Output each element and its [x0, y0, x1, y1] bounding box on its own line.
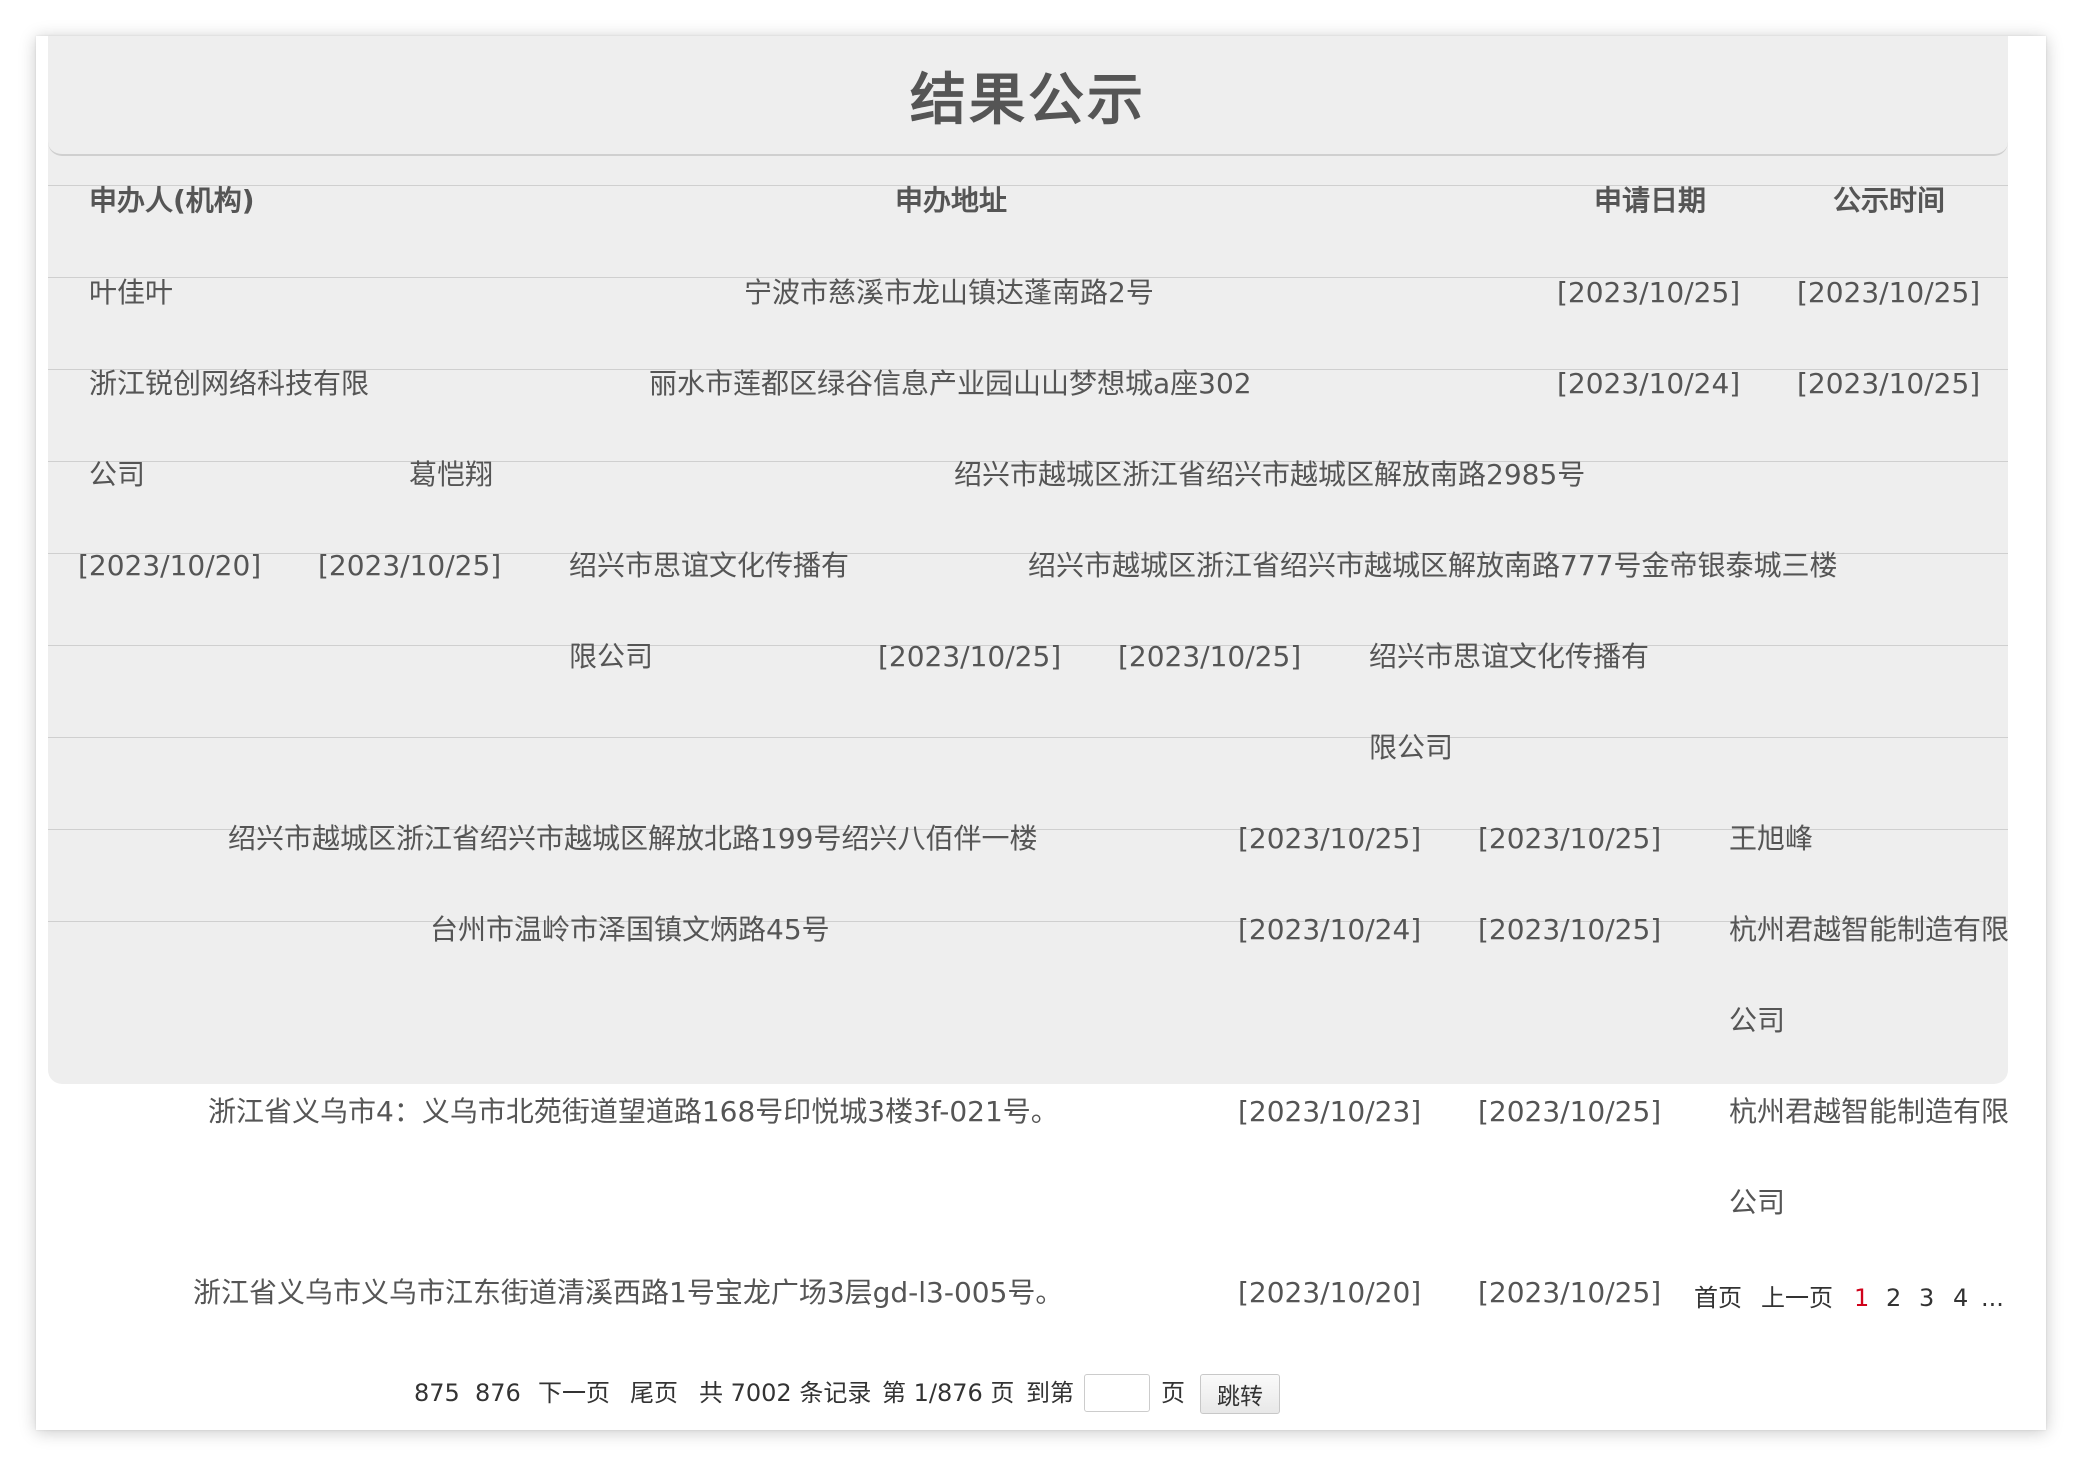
cell-applicant: 浙江锐创网络科技有限	[89, 367, 370, 400]
cell-applicant: 杭州君越智能制造有限	[1729, 1095, 2010, 1128]
cell-applicant-cont: 限公司	[569, 640, 654, 673]
cell-applicant-cont: 公司	[1729, 1186, 1786, 1219]
pager-page-876-link[interactable]: 876	[475, 1375, 521, 1411]
pager-page-3-link[interactable]: 3	[1919, 1280, 1934, 1316]
pager-page-875-link[interactable]: 875	[414, 1375, 460, 1411]
cell-applicant: 绍兴市思谊文化传播有	[1369, 640, 1650, 673]
cell-address: 绍兴市越城区浙江省绍兴市越城区解放北路199号绍兴八佰伴一楼	[228, 822, 1038, 855]
cell-applicant: 叶佳叶	[89, 276, 174, 309]
pager-last-link[interactable]: 尾页	[630, 1375, 678, 1411]
cell-address: 宁波市慈溪市龙山镇达蓬南路2号	[744, 276, 1154, 309]
row-divider	[48, 185, 2008, 186]
cell-apply-date: [2023/10/20]	[78, 549, 262, 582]
pager-page-unit: 页	[1161, 1379, 1185, 1407]
pager-ellipsis: ...	[1981, 1284, 2004, 1312]
cell-publish-date: [2023/10/25]	[1478, 1276, 1662, 1309]
browser-viewport: 结果公示 申办人(机构) 申办地址 申请日期 公示时间 叶佳叶 宁波市慈溪市龙山…	[36, 36, 2046, 1430]
pager-next-link[interactable]: 下一页	[538, 1375, 610, 1411]
cell-apply-date: [2023/10/25]	[878, 640, 1062, 673]
cell-apply-date: [2023/10/20]	[1238, 1276, 1422, 1309]
column-header-apply-date: 申请日期	[1594, 184, 1707, 217]
cell-applicant-cont: 公司	[89, 458, 146, 491]
cell-apply-date: [2023/10/24]	[1557, 367, 1741, 400]
cell-address: 绍兴市越城区浙江省绍兴市越城区解放南路2985号	[954, 458, 1586, 491]
cell-publish-date: [2023/10/25]	[1118, 640, 1302, 673]
cell-applicant: 王旭峰	[1729, 822, 1814, 855]
cell-address: 浙江省义乌市4：义乌市北苑街道望道路168号印悦城3楼3f-021号。	[208, 1095, 1059, 1128]
pager-first-link[interactable]: 首页	[1694, 1280, 1742, 1316]
pager-prev-link[interactable]: 上一页	[1761, 1280, 1833, 1316]
cell-applicant: 葛恺翔	[409, 458, 494, 491]
row-divider	[48, 921, 2008, 922]
cell-publish-date: [2023/10/25]	[1797, 276, 1981, 309]
pager-goto-input[interactable]	[1084, 1374, 1150, 1412]
cell-address: 丽水市莲都区绿谷信息产业园山山梦想城a座302	[649, 367, 1252, 400]
column-header-applicant: 申办人(机构)	[89, 184, 255, 217]
pager-total-records: 共 7002 条记录	[699, 1379, 872, 1407]
cell-apply-date: [2023/10/25]	[1238, 822, 1422, 855]
page-title: 结果公示	[48, 36, 2008, 156]
pager-goto-button[interactable]: 跳转	[1200, 1374, 1280, 1414]
cell-address: 台州市温岭市泽国镇文炳路45号	[430, 913, 830, 946]
cell-apply-date: [2023/10/24]	[1238, 913, 1422, 946]
cell-applicant-cont: 限公司	[1369, 731, 1454, 764]
cell-publish-date: [2023/10/25]	[1478, 1095, 1662, 1128]
row-divider	[48, 737, 2008, 738]
pager-page-info: 第 1/876 页	[882, 1379, 1015, 1407]
column-header-address: 申办地址	[895, 184, 1008, 217]
cell-applicant: 杭州君越智能制造有限	[1729, 913, 2010, 946]
pager-current-page: 1	[1854, 1284, 1870, 1312]
cell-publish-date: [2023/10/25]	[1478, 913, 1662, 946]
cell-applicant: 绍兴市思谊文化传播有	[569, 549, 850, 582]
pager-goto-label: 到第	[1026, 1379, 1074, 1407]
cell-apply-date: [2023/10/23]	[1238, 1095, 1422, 1128]
cell-publish-date: [2023/10/25]	[1797, 367, 1981, 400]
column-header-publish-date: 公示时间	[1833, 184, 1946, 217]
cell-publish-date: [2023/10/25]	[318, 549, 502, 582]
cell-applicant-cont: 公司	[1729, 1004, 1786, 1037]
cell-publish-date: [2023/10/25]	[1478, 822, 1662, 855]
cell-address: 浙江省义乌市义乌市江东街道清溪西路1号宝龙广场3层gd-l3-005号。	[193, 1276, 1064, 1309]
cell-address: 绍兴市越城区浙江省绍兴市越城区解放南路777号金帝银泰城三楼	[1028, 549, 1838, 582]
pager-page-4-link[interactable]: 4	[1953, 1280, 1968, 1316]
pager-page-2-link[interactable]: 2	[1886, 1280, 1901, 1316]
cell-apply-date: [2023/10/25]	[1557, 276, 1741, 309]
